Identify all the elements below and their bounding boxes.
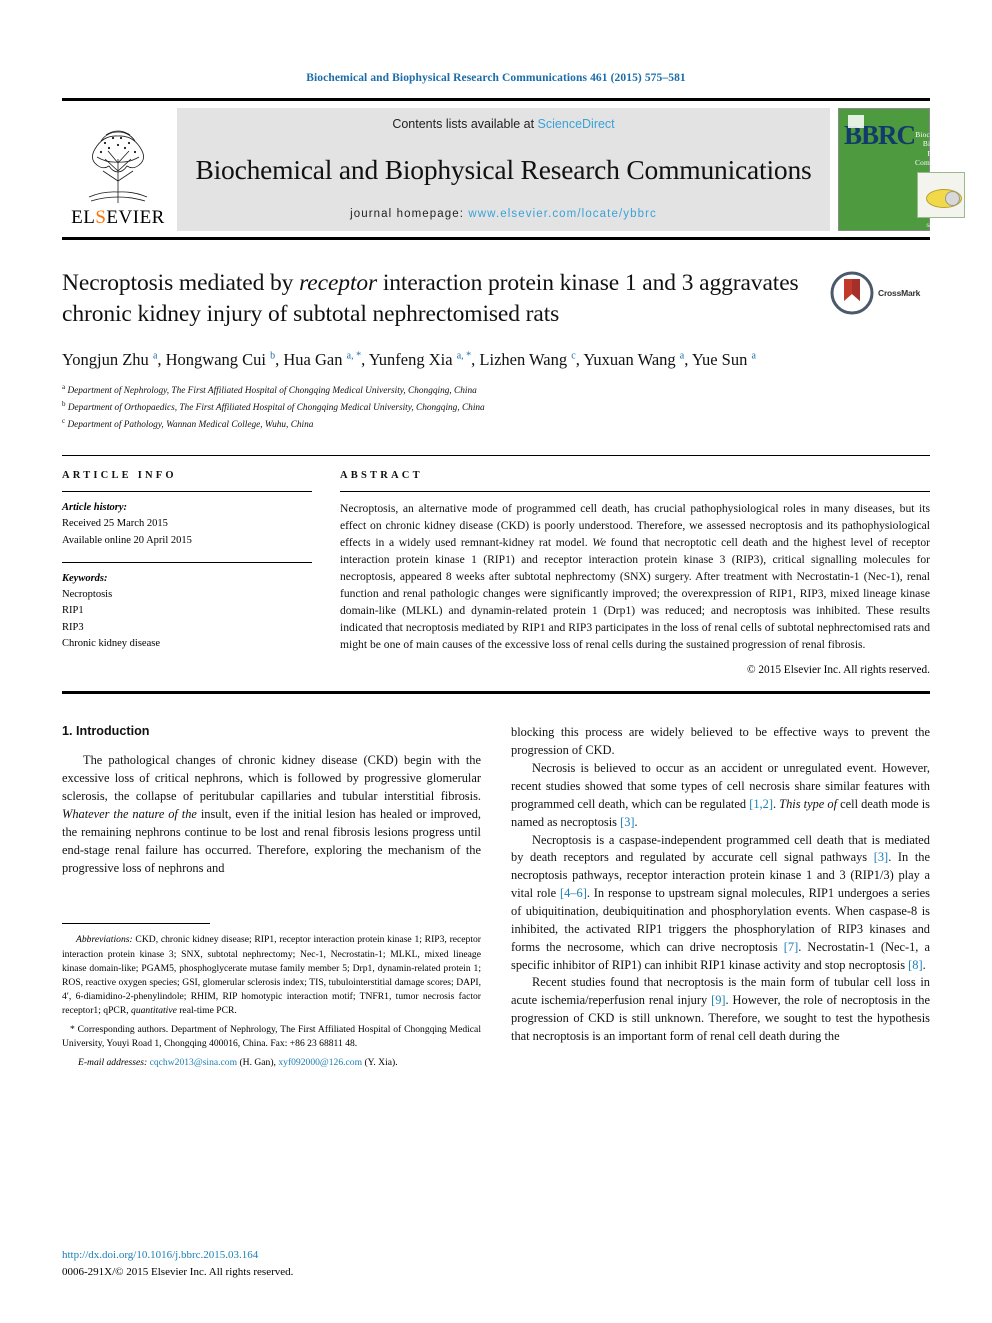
journal-title: Biochemical and Biophysical Research Com… <box>195 153 812 185</box>
abbreviations-italic: quantitative <box>131 1005 177 1017</box>
title-italic-word: receptor <box>299 270 378 296</box>
page-title: Necroptosis mediated by receptor interac… <box>62 268 930 331</box>
keyword-item: RIP3 <box>62 621 84 633</box>
title-block: Necroptosis mediated by receptor interac… <box>62 268 930 433</box>
affiliation-marker-b: b <box>62 399 66 408</box>
email-addresses-label: E-mail addresses: <box>78 1056 148 1068</box>
abstract-bottom-rule <box>62 691 930 695</box>
article-info-heading: ARTICLE INFO <box>62 470 177 482</box>
affiliation-text-a: Department of Nephrology, The First Affi… <box>67 385 477 396</box>
citation-ref[interactable]: [1,2] <box>749 797 773 811</box>
footnotes-wrap: Abbreviations: CKD, chronic kidney disea… <box>62 923 481 1070</box>
footnote-abbreviations: Abbreviations: CKD, chronic kidney disea… <box>62 933 481 1018</box>
journal-homepage-link[interactable]: www.elsevier.com/locate/ybbrc <box>468 208 657 220</box>
intro-paragraph-right-3: Necroptosis is a caspase-independent pro… <box>511 832 930 975</box>
issn-copyright-line: 0006-291X/© 2015 Elsevier Inc. All right… <box>62 1265 294 1278</box>
keywords-label: Keywords: <box>62 572 108 584</box>
article-history-online: Available online 20 April 2015 <box>62 534 192 546</box>
affiliation-list: a Department of Nephrology, The First Af… <box>62 382 930 433</box>
affiliation-text-c: Department of Pathology, Wannan Medical … <box>67 420 314 431</box>
abstract-rule <box>340 491 930 493</box>
keyword-item: RIP1 <box>62 605 84 617</box>
journal-cover-thumbnail[interactable]: BBRC Biochemical and Biophysical Researc… <box>838 108 968 231</box>
keyword-item: Chronic kidney disease <box>62 638 160 649</box>
abstract-text-part-2: found that necroptotic cell death and th… <box>340 536 930 652</box>
citation-ref[interactable]: [7] <box>784 940 798 954</box>
keyword-item: Necroptosis <box>62 589 113 601</box>
info-abstract-section: ARTICLE INFO Article history: Received 2… <box>62 455 930 676</box>
journal-homepage-line: journal homepage: www.elsevier.com/locat… <box>350 208 657 220</box>
right-p3-e: . <box>922 957 926 972</box>
masthead-bottom-rule <box>62 237 930 240</box>
section-heading-introduction: 1. Introduction <box>62 724 150 739</box>
cover-right-column: Biochemical and Biophysical Research Com… <box>915 109 972 230</box>
citation-ref[interactable]: [9] <box>711 993 725 1007</box>
citation-ref[interactable]: [4–6] <box>560 886 587 900</box>
intro-paragraph-left: The pathological changes of chronic kidn… <box>62 752 481 877</box>
abbreviations-text-1: CKD, chronic kidney disease; RIP1, recep… <box>62 934 481 1017</box>
crossmark-label: CrossMark <box>878 288 921 298</box>
intro-paragraph-right-4: Recent studies found that necroptosis is… <box>511 974 930 1045</box>
article-info-column: ARTICLE INFO Article history: Received 2… <box>62 470 312 676</box>
journal-band: Contents lists available at ScienceDirec… <box>177 108 830 231</box>
running-head: Biochemical and Biophysical Research Com… <box>306 72 686 84</box>
affiliation-b: b Department of Orthopaedics, The First … <box>62 399 930 416</box>
crossmark-badge[interactable]: CrossMark <box>830 270 930 316</box>
sciencedirect-link[interactable]: ScienceDirect <box>538 117 615 131</box>
abstract-heading: ABSTRACT <box>340 470 423 482</box>
intro-paragraph-right-2: Necrosis is believed to occur as an acci… <box>511 760 930 831</box>
cover-journal-title: Biochemical and Biophysical Research Com… <box>915 130 969 167</box>
email-link-gan[interactable]: cqchw2013@sina.com <box>150 1057 237 1068</box>
body-columns: 1. Introduction The pathological changes… <box>62 724 930 1070</box>
cover-elsevier-icon <box>848 115 864 128</box>
elsevier-tree-icon <box>88 130 148 203</box>
right-p3-a: Necroptosis is a caspase-independent pro… <box>511 832 930 865</box>
paper-page: Biochemical and Biophysical Research Com… <box>0 0 992 1323</box>
footnote-corresponding-authors: * Corresponding authors. Department of N… <box>62 1023 481 1049</box>
affiliation-a: a Department of Nephrology, The First Af… <box>62 382 930 399</box>
abstract-italic-word: We <box>592 536 606 550</box>
contents-list-line: Contents lists available at ScienceDirec… <box>392 117 614 131</box>
abstract-column: ABSTRACT Necroptosis, an alternative mod… <box>340 470 930 676</box>
citation-ref[interactable]: [3] <box>874 850 888 864</box>
cover-figure-icon <box>917 172 966 218</box>
email-link-xia[interactable]: xyf092000@126.com <box>278 1057 362 1068</box>
contents-prefix: Contents lists available at <box>392 117 538 131</box>
body-column-left: 1. Introduction The pathological changes… <box>62 724 481 1070</box>
intro-paragraph-right-1: blocking this process are widely believe… <box>511 725 930 758</box>
citation-ref[interactable]: [8] <box>908 958 922 972</box>
right-p2-italic: This type of <box>779 796 838 811</box>
affiliation-marker-a: a <box>62 382 66 391</box>
crossmark-icon <box>830 271 874 315</box>
footer-doi-block: http://dx.doi.org/10.1016/j.bbrc.2015.03… <box>62 1247 293 1280</box>
author-list: Yongjun Zhu a, Hongwang Cui b, Hua Gan a… <box>62 349 756 369</box>
affiliation-marker-c: c <box>62 417 66 425</box>
intro-left-italic: Whatever the nature of the <box>62 807 197 821</box>
footnote-rule <box>62 923 210 933</box>
title-part-1: Necroptosis mediated by <box>62 270 300 296</box>
body-column-right: blocking this process are widely believe… <box>511 724 930 1070</box>
affiliation-text-b: Department of Orthopaedics, The First Af… <box>67 402 485 413</box>
elsevier-logo: ELSEVIER <box>62 108 174 231</box>
keywords-rule <box>62 561 312 563</box>
doi-link[interactable]: http://dx.doi.org/10.1016/j.bbrc.2015.03… <box>62 1247 293 1264</box>
intro-left-part-1: The pathological changes of chronic kidn… <box>62 753 481 804</box>
right-p2-d: . <box>634 814 638 829</box>
email-owner-gan: (H. Gan), <box>237 1056 279 1068</box>
article-history-label: Article history: <box>62 502 128 514</box>
cover-footer-text: ScienceDirect <box>926 224 957 229</box>
footnote-emails: E-mail addresses: cqchw2013@sina.com (H.… <box>62 1056 481 1070</box>
abbreviations-text-2: real-time PCR. <box>176 1005 237 1017</box>
abstract-copyright: © 2015 Elsevier Inc. All rights reserved… <box>746 664 930 677</box>
email-owner-xia: (Y. Xia). <box>362 1056 398 1068</box>
elsevier-wordmark: ELSEVIER <box>71 207 165 228</box>
affiliation-c: c Department of Pathology, Wannan Medica… <box>62 416 930 433</box>
homepage-label: journal homepage: <box>350 208 469 220</box>
citation-ref[interactable]: [3] <box>620 815 634 829</box>
journal-masthead: ELSEVIER Contents lists available at Sci… <box>62 98 968 231</box>
abbreviations-label: Abbreviations: <box>76 934 133 946</box>
article-history-received: Received 25 March 2015 <box>62 518 168 530</box>
article-info-rule <box>62 491 312 493</box>
abstract-text: Necroptosis, an alternative mode of prog… <box>340 500 930 653</box>
